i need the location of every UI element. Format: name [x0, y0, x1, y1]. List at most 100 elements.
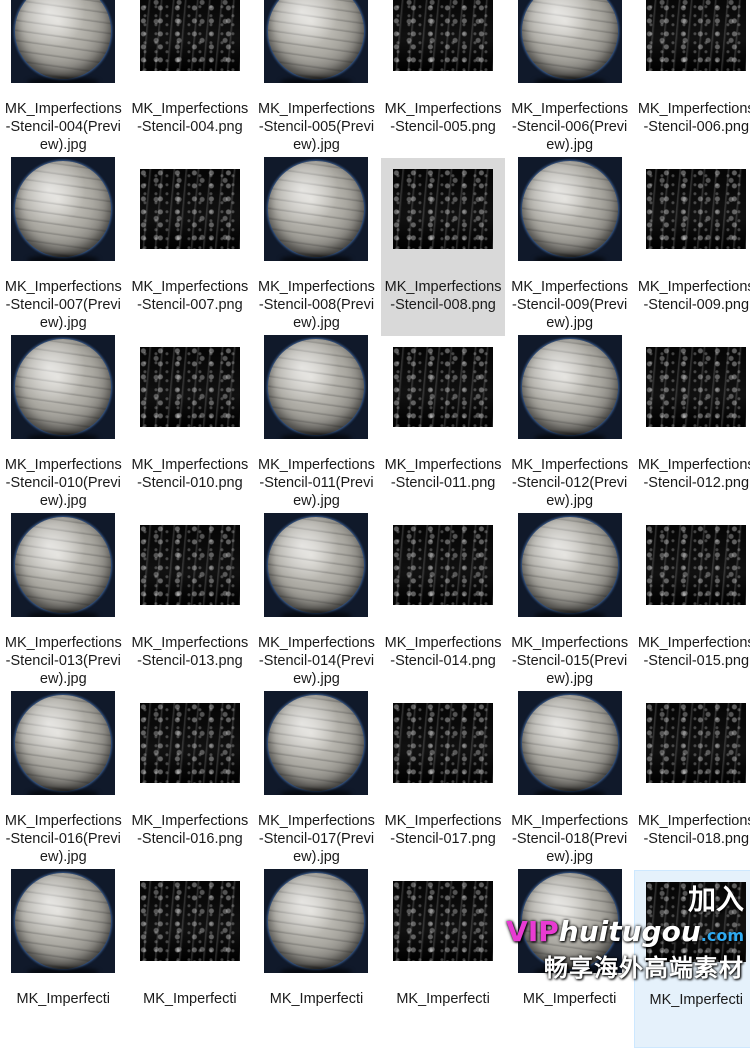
file-name-label[interactable]: MK_Imperfections-Stencil-004.png — [128, 100, 253, 136]
file-thumbnail[interactable] — [133, 514, 248, 616]
file-name-label[interactable]: MK_Imperfections-Stencil-007(Preview).jp… — [1, 278, 126, 332]
file-thumbnail[interactable] — [386, 158, 501, 260]
file-name-label[interactable]: MK_Imperfections-Stencil-006(Preview).jp… — [507, 100, 632, 154]
file-name-label[interactable]: MK_Imperfections-Stencil-004(Preview).jp… — [1, 100, 126, 154]
file-name-label[interactable]: MK_Imperfections-Stencil-008.png — [381, 278, 506, 314]
file-item[interactable]: MK_Imperfections-Stencil-013.png — [128, 514, 253, 692]
file-item[interactable]: MK_Imperfections-Stencil-005.png — [381, 0, 506, 158]
file-item[interactable]: MK_Imperfections-Stencil-018.png — [634, 692, 750, 870]
file-name-label[interactable]: MK_Imperfections-Stencil-005.png — [381, 100, 506, 136]
file-item[interactable]: MK_Imperfections-Stencil-010.png — [128, 336, 253, 514]
file-thumbnail[interactable] — [512, 157, 627, 261]
file-name-label[interactable]: MK_Imperfections-Stencil-009(Preview).jp… — [507, 278, 632, 332]
file-thumbnail[interactable] — [512, 513, 627, 617]
file-name-label[interactable]: MK_Imperfections-Stencil-014.png — [381, 634, 506, 670]
file-item[interactable]: MK_Imperfections-Stencil-008.png — [380, 158, 506, 336]
file-thumbnail[interactable] — [386, 870, 501, 972]
file-name-label[interactable]: MK_Imperfections-Stencil-011(Preview).jp… — [254, 456, 379, 510]
file-name-label[interactable]: MK_Imperfections-Stencil-010.png — [128, 456, 253, 492]
file-thumbnail[interactable] — [639, 0, 750, 82]
file-thumbnail[interactable] — [259, 0, 374, 83]
file-thumbnail[interactable] — [386, 514, 501, 616]
file-name-label[interactable]: MK_Imperfecti — [381, 990, 506, 1008]
file-thumbnail[interactable] — [386, 336, 501, 438]
file-thumbnail[interactable] — [512, 0, 627, 83]
file-name-label[interactable]: MK_Imperfections-Stencil-008(Preview).jp… — [254, 278, 379, 332]
file-name-label[interactable]: MK_Imperfections-Stencil-017.png — [381, 812, 506, 848]
file-name-label[interactable]: MK_Imperfections-Stencil-013(Preview).jp… — [1, 634, 126, 688]
file-name-label[interactable]: MK_Imperfections-Stencil-018.png — [634, 812, 750, 848]
file-name-label[interactable]: MK_Imperfecti — [128, 990, 253, 1008]
file-item[interactable]: MK_Imperfecti — [254, 869, 379, 1048]
file-item[interactable]: MK_Imperfections-Stencil-017(Preview).jp… — [254, 691, 379, 870]
file-thumbnail[interactable] — [512, 691, 627, 795]
file-item[interactable]: MK_Imperfections-Stencil-012(Preview).jp… — [507, 335, 632, 514]
file-thumbnail[interactable] — [386, 692, 501, 794]
file-item[interactable]: MK_Imperfections-Stencil-004.png — [128, 0, 253, 158]
file-name-label[interactable]: MK_Imperfections-Stencil-015.png — [634, 634, 750, 670]
file-thumbnail[interactable] — [639, 158, 750, 260]
file-name-label[interactable]: MK_Imperfections-Stencil-017(Preview).jp… — [254, 812, 379, 866]
file-thumbnail[interactable] — [133, 0, 248, 82]
file-name-label[interactable]: MK_Imperfections-Stencil-006.png — [634, 100, 750, 136]
file-thumbnail[interactable] — [259, 869, 374, 973]
file-thumbnail[interactable] — [6, 691, 121, 795]
file-thumbnail[interactable] — [133, 870, 248, 972]
file-item[interactable]: MK_Imperfections-Stencil-016(Preview).jp… — [1, 691, 126, 870]
file-item[interactable]: MK_Imperfections-Stencil-005(Preview).jp… — [254, 0, 379, 158]
file-name-label[interactable]: MK_Imperfections-Stencil-007.png — [128, 278, 253, 314]
file-item[interactable]: MK_Imperfecti — [381, 870, 506, 1048]
file-name-label[interactable]: MK_Imperfections-Stencil-012.png — [634, 456, 750, 492]
file-thumbnail[interactable] — [512, 335, 627, 439]
file-item[interactable]: MK_Imperfections-Stencil-004(Preview).jp… — [1, 0, 126, 158]
file-name-label[interactable]: MK_Imperfections-Stencil-010(Preview).jp… — [1, 456, 126, 510]
file-thumbnail[interactable] — [639, 514, 750, 616]
file-item[interactable]: MK_Imperfections-Stencil-014.png — [381, 514, 506, 692]
file-item[interactable]: MK_Imperfecti — [1, 869, 126, 1048]
file-thumbnail[interactable] — [6, 0, 121, 83]
file-name-label[interactable]: MK_Imperfections-Stencil-014(Preview).jp… — [254, 634, 379, 688]
file-item[interactable]: MK_Imperfections-Stencil-007(Preview).jp… — [1, 157, 126, 336]
file-thumbnail[interactable] — [639, 336, 750, 438]
file-item[interactable]: MK_Imperfections-Stencil-006.png — [634, 0, 750, 158]
file-thumbnail[interactable] — [259, 691, 374, 795]
file-thumbnail[interactable] — [386, 0, 501, 82]
file-item[interactable]: MK_Imperfections-Stencil-013(Preview).jp… — [1, 513, 126, 692]
file-thumbnail[interactable] — [259, 513, 374, 617]
file-item[interactable]: MK_Imperfections-Stencil-007.png — [128, 158, 253, 336]
file-item[interactable]: MK_Imperfections-Stencil-018(Preview).jp… — [507, 691, 632, 870]
file-item[interactable]: MK_Imperfections-Stencil-011(Preview).jp… — [254, 335, 379, 514]
file-thumbnail[interactable] — [133, 336, 248, 438]
file-name-label[interactable]: MK_Imperfections-Stencil-011.png — [381, 456, 506, 492]
file-item[interactable]: MK_Imperfections-Stencil-016.png — [128, 692, 253, 870]
file-item[interactable]: MK_Imperfections-Stencil-017.png — [381, 692, 506, 870]
file-item[interactable]: MK_Imperfections-Stencil-006(Preview).jp… — [507, 0, 632, 158]
file-name-label[interactable]: MK_Imperfections-Stencil-013.png — [128, 634, 253, 670]
file-thumbnail[interactable] — [6, 157, 121, 261]
file-item[interactable]: MK_Imperfections-Stencil-008(Preview).jp… — [254, 157, 379, 336]
file-name-label[interactable]: MK_Imperfections-Stencil-015(Preview).jp… — [507, 634, 632, 688]
file-item[interactable]: MK_Imperfections-Stencil-011.png — [381, 336, 506, 514]
file-name-label[interactable]: MK_Imperfections-Stencil-016(Preview).jp… — [1, 812, 126, 866]
file-thumbnail[interactable] — [6, 869, 121, 973]
file-name-label[interactable]: MK_Imperfections-Stencil-005(Preview).jp… — [254, 100, 379, 154]
file-item[interactable]: MK_Imperfections-Stencil-015(Preview).jp… — [507, 513, 632, 692]
file-thumbnail[interactable] — [639, 692, 750, 794]
file-name-label[interactable]: MK_Imperfections-Stencil-012(Preview).jp… — [507, 456, 632, 510]
file-item[interactable]: MK_Imperfections-Stencil-014(Preview).jp… — [254, 513, 379, 692]
file-item[interactable]: MK_Imperfecti — [128, 870, 253, 1048]
file-item[interactable]: MK_Imperfections-Stencil-012.png — [634, 336, 750, 514]
file-name-label[interactable]: MK_Imperfecti — [507, 990, 632, 1008]
file-thumbnail[interactable] — [259, 335, 374, 439]
file-item[interactable]: MK_Imperfections-Stencil-009(Preview).jp… — [507, 157, 632, 336]
file-thumbnail[interactable] — [259, 157, 374, 261]
file-name-label[interactable]: MK_Imperfecti — [254, 990, 379, 1008]
file-name-label[interactable]: MK_Imperfections-Stencil-016.png — [128, 812, 253, 848]
file-name-label[interactable]: MK_Imperfections-Stencil-018(Preview).jp… — [507, 812, 632, 866]
file-name-label[interactable]: MK_Imperfecti — [1, 990, 126, 1008]
file-name-label[interactable]: MK_Imperfections-Stencil-009.png — [634, 278, 750, 314]
file-thumbnail[interactable] — [133, 692, 248, 794]
file-item[interactable]: MK_Imperfections-Stencil-015.png — [634, 514, 750, 692]
file-item[interactable]: MK_Imperfections-Stencil-010(Preview).jp… — [1, 335, 126, 514]
file-thumbnail[interactable] — [6, 335, 121, 439]
